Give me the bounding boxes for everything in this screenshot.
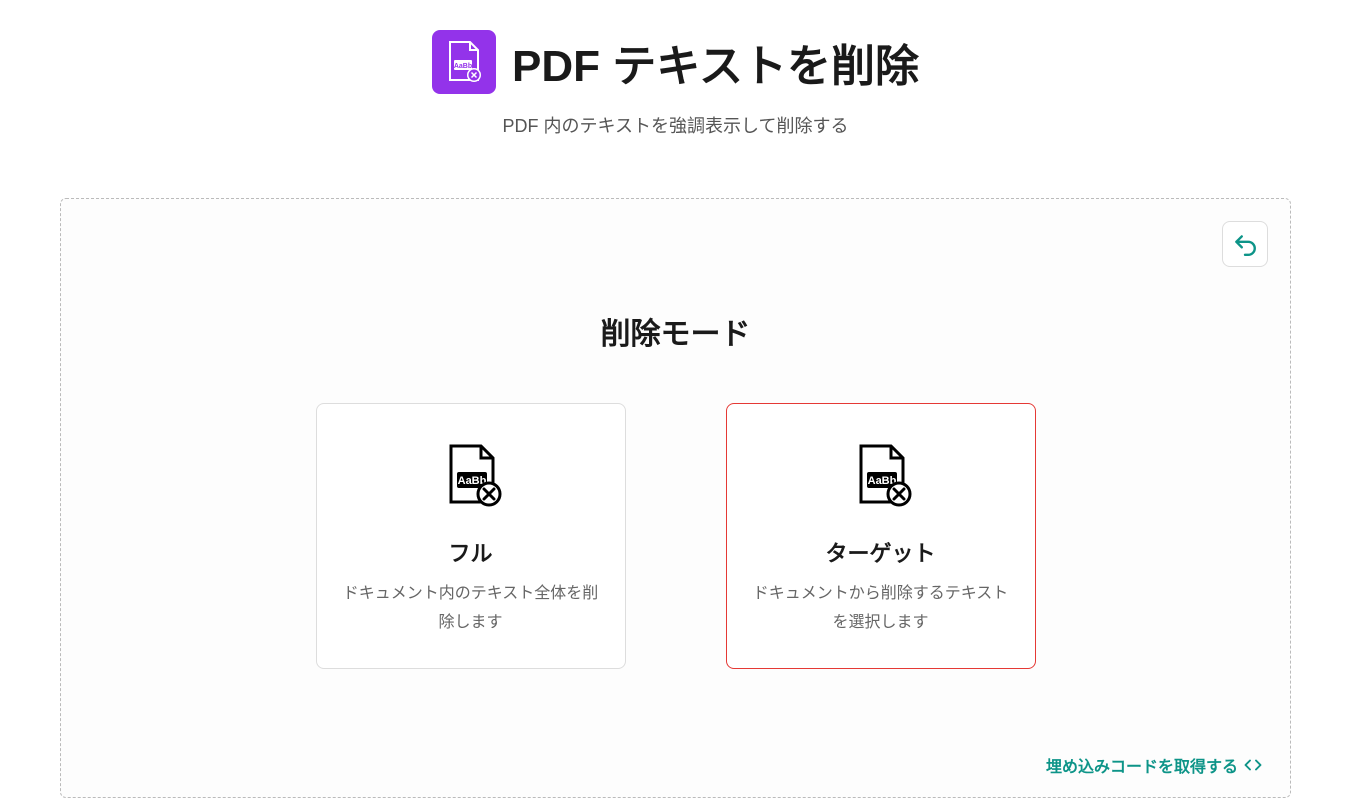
card-description: ドキュメントから削除するテキストを選択します — [747, 580, 1015, 638]
card-title: フル — [337, 536, 605, 568]
target-mode-icon: AaBb — [747, 440, 1015, 512]
page-title: PDF テキストを削除 — [512, 30, 919, 94]
embed-code-link[interactable]: 埋め込みコードを取得する — [1046, 753, 1262, 777]
code-icon — [1244, 756, 1262, 774]
section-title: 削除モード — [89, 309, 1262, 353]
title-row: AaBb PDF テキストを削除 — [0, 30, 1351, 94]
main-panel: 削除モード AaBb フル ドキュメント内のテキスト全体を削除します — [60, 198, 1291, 798]
full-mode-icon: AaBb — [337, 440, 605, 512]
undo-button[interactable] — [1222, 221, 1268, 267]
mode-options: AaBb フル ドキュメント内のテキスト全体を削除します AaBb — [89, 403, 1262, 669]
card-title: ターゲット — [747, 536, 1015, 568]
pdf-remove-text-icon: AaBb — [432, 30, 496, 94]
svg-text:AaBb: AaBb — [454, 63, 472, 70]
mode-card-full[interactable]: AaBb フル ドキュメント内のテキスト全体を削除します — [316, 403, 626, 669]
page-header: AaBb PDF テキストを削除 PDF 内のテキストを強調表示して削除する — [0, 30, 1351, 138]
card-description: ドキュメント内のテキスト全体を削除します — [337, 580, 605, 638]
page-subtitle: PDF 内のテキストを強調表示して削除する — [0, 112, 1351, 138]
embed-link-label: 埋め込みコードを取得する — [1046, 753, 1238, 777]
undo-icon — [1232, 231, 1258, 257]
mode-card-target[interactable]: AaBb ターゲット ドキュメントから削除するテキストを選択します — [726, 403, 1036, 669]
